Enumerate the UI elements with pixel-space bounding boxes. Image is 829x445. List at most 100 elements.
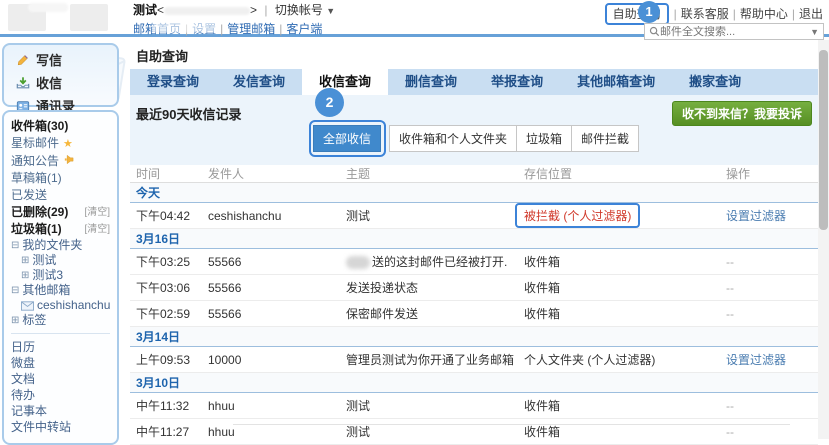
compose-item-收信[interactable]: 收信 (4, 71, 117, 94)
top-link-联系客服[interactable]: 联系客服 (681, 7, 729, 21)
top-link-帮助中心[interactable]: 帮助中心 (740, 7, 788, 21)
cell-operation: -- (714, 281, 818, 295)
tree-label: ceshishanchu (37, 299, 110, 312)
set-filter-link[interactable]: 设置过滤器 (726, 209, 786, 223)
app-list: 日历微盘文档待办记事本文件中转站 (4, 339, 117, 435)
top-link-退出[interactable]: 退出 (799, 7, 823, 21)
tree-label: 我的文件夹 (22, 239, 82, 252)
nav-link-管理邮箱[interactable]: 管理邮箱 (227, 22, 275, 36)
tab-bar: 登录查询发信查询收信查询删信查询举报查询其他邮箱查询搬家查询 (130, 69, 818, 95)
cell-location: 收件箱 (524, 305, 714, 322)
cell-operation: -- (714, 255, 818, 269)
star-icon: ★ (63, 137, 73, 152)
folder-label: 垃圾箱(1) (11, 222, 84, 237)
section-title: 最近90天收信记录 (136, 101, 241, 123)
cell-subject: 发送投递状态 (346, 279, 524, 296)
tab-删信查询[interactable]: 删信查询 (388, 69, 474, 95)
tab-搬家查询[interactable]: 搬家查询 (672, 69, 758, 95)
cell-time: 上午09:53 (130, 351, 208, 368)
chevron-down-icon: ▼ (326, 6, 335, 16)
filter-收件箱和个人文件夹[interactable]: 收件箱和个人文件夹 (389, 125, 517, 152)
sidebar-folder-已删除(29)[interactable]: 已删除(29)[清空] (4, 204, 117, 221)
search-dropdown-icon[interactable]: ▼ (810, 27, 819, 37)
sidebar-tree-ceshishanchu[interactable]: ceshishanchu (4, 298, 117, 313)
clear-folder-button[interactable]: [清空] (84, 205, 110, 220)
date-group-header: 今天 (130, 183, 818, 203)
sidebar-tree-标签[interactable]: ⊞标签 (4, 313, 117, 328)
sidebar-app-日历[interactable]: 日历 (4, 339, 117, 355)
table-row: 下午02:5955566保密邮件发送收件箱-- (130, 301, 818, 327)
sidebar-folder-草稿箱(1)[interactable]: 草稿箱(1) (4, 170, 117, 187)
sidebar-app-待办[interactable]: 待办 (4, 387, 117, 403)
compose-item-写信[interactable]: 写信 (4, 48, 117, 71)
folder-panel: 收件箱(30)星标邮件★通知公告草稿箱(1)已发送已删除(29)[清空]垃圾箱(… (2, 110, 119, 445)
tab-登录查询[interactable]: 登录查询 (130, 69, 216, 95)
table-row: 中午11:27hhuu测试收件箱-- (130, 419, 818, 445)
separator: | (729, 7, 740, 21)
sidebar-tree-其他邮箱[interactable]: ⊟其他邮箱 (4, 283, 117, 298)
expand-icon[interactable]: ⊞ (11, 314, 19, 327)
filter-邮件拦截[interactable]: 邮件拦截 (571, 125, 639, 152)
page-title: 自助查询 (130, 40, 818, 69)
cell-time: 下午03:06 (130, 279, 208, 296)
logo-redacted-right (70, 4, 108, 31)
vertical-scrollbar[interactable] (818, 40, 829, 439)
sidebar-app-文档[interactable]: 文档 (4, 371, 117, 387)
sidebar-tree-测试[interactable]: ⊞测试 (4, 253, 117, 268)
cell-sender: ceshishanchu (208, 209, 346, 223)
sidebar-tree-我的文件夹[interactable]: ⊟我的文件夹 (4, 238, 117, 253)
cell-location: 收件箱 (524, 253, 714, 270)
header-top-links: 自助查询|联系客服|帮助中心|退出 (604, 3, 823, 25)
scrollbar-thumb[interactable] (819, 50, 828, 230)
bracket-open: < (157, 3, 164, 17)
set-filter-link[interactable]: 设置过滤器 (726, 353, 786, 367)
operation-none: -- (726, 425, 734, 439)
sidebar-folder-收件箱(30)[interactable]: 收件箱(30) (4, 118, 117, 135)
cell-location: 收件箱 (524, 279, 714, 296)
sidebar-app-文件中转站[interactable]: 文件中转站 (4, 419, 117, 435)
tab-其他邮箱查询[interactable]: 其他邮箱查询 (560, 69, 672, 95)
expand-icon[interactable]: ⊞ (21, 254, 29, 267)
switch-account-link[interactable]: 切换帐号 ▼ (275, 3, 335, 17)
sidebar-tree-测试3[interactable]: ⊞测试3 (4, 268, 117, 283)
collapse-icon[interactable]: ⊟ (11, 239, 19, 252)
tab-发信查询[interactable]: 发信查询 (216, 69, 302, 95)
separator: | (275, 22, 286, 36)
sidebar-app-记事本[interactable]: 记事本 (4, 403, 117, 419)
folder-label: 通知公告 (11, 154, 110, 169)
sidebar-app-微盘[interactable]: 微盘 (4, 355, 117, 371)
account-info: 测试<> | 切换帐号 ▼ (133, 3, 335, 19)
separator: | (670, 7, 681, 21)
compose-panel: 写信收信通讯录 (2, 43, 119, 107)
toolbar-band: 最近90天收信记录 收不到来信？我要投诉 全部收信收件箱和个人文件夹垃圾箱邮件拦… (130, 95, 818, 165)
expand-icon[interactable]: ⊞ (21, 269, 29, 282)
tree-label: 其他邮箱 (22, 284, 70, 297)
filter-全部收信[interactable]: 全部收信 (313, 125, 381, 152)
table-header-row: 时间发件人主题存信位置操作 (130, 165, 818, 183)
cell-subject: 保密邮件发送 (346, 305, 524, 322)
search-box[interactable]: ▼ (644, 23, 824, 40)
subject-redacted-blob (346, 256, 370, 269)
nav-link-客户端[interactable]: 客户端 (286, 22, 322, 36)
sidebar-folder-已发送[interactable]: 已发送 (4, 187, 117, 204)
step-2-badge: 2 (315, 88, 344, 117)
collapse-icon[interactable]: ⊟ (11, 284, 19, 297)
sidebar-folder-垃圾箱(1)[interactable]: 垃圾箱(1)[清空] (4, 221, 117, 238)
cell-operation: -- (714, 399, 818, 413)
sidebar-folder-星标邮件[interactable]: 星标邮件★ (4, 135, 117, 153)
cell-operation: 设置过滤器 (714, 207, 818, 224)
search-input[interactable] (660, 26, 810, 38)
folder-list: 收件箱(30)星标邮件★通知公告草稿箱(1)已发送已删除(29)[清空]垃圾箱(… (4, 118, 117, 238)
horn-icon (63, 154, 74, 165)
complaint-button[interactable]: 收不到来信？我要投诉 (672, 101, 812, 126)
sidebar-folder-通知公告[interactable]: 通知公告 (4, 153, 117, 170)
clear-folder-button[interactable]: [清空] (84, 222, 110, 237)
tab-举报查询[interactable]: 举报查询 (474, 69, 560, 95)
tab-收信查询[interactable]: 收信查询 (302, 69, 388, 95)
cell-location: 被拦截 (个人过滤器) (524, 203, 714, 228)
operation-none: -- (726, 307, 734, 321)
table-row: 下午03:0655566发送投递状态收件箱-- (130, 275, 818, 301)
main-content: 自助查询 登录查询发信查询收信查询删信查询举报查询其他邮箱查询搬家查询 最近90… (130, 40, 818, 439)
cell-operation: 设置过滤器 (714, 351, 818, 368)
filter-垃圾箱[interactable]: 垃圾箱 (516, 125, 572, 152)
